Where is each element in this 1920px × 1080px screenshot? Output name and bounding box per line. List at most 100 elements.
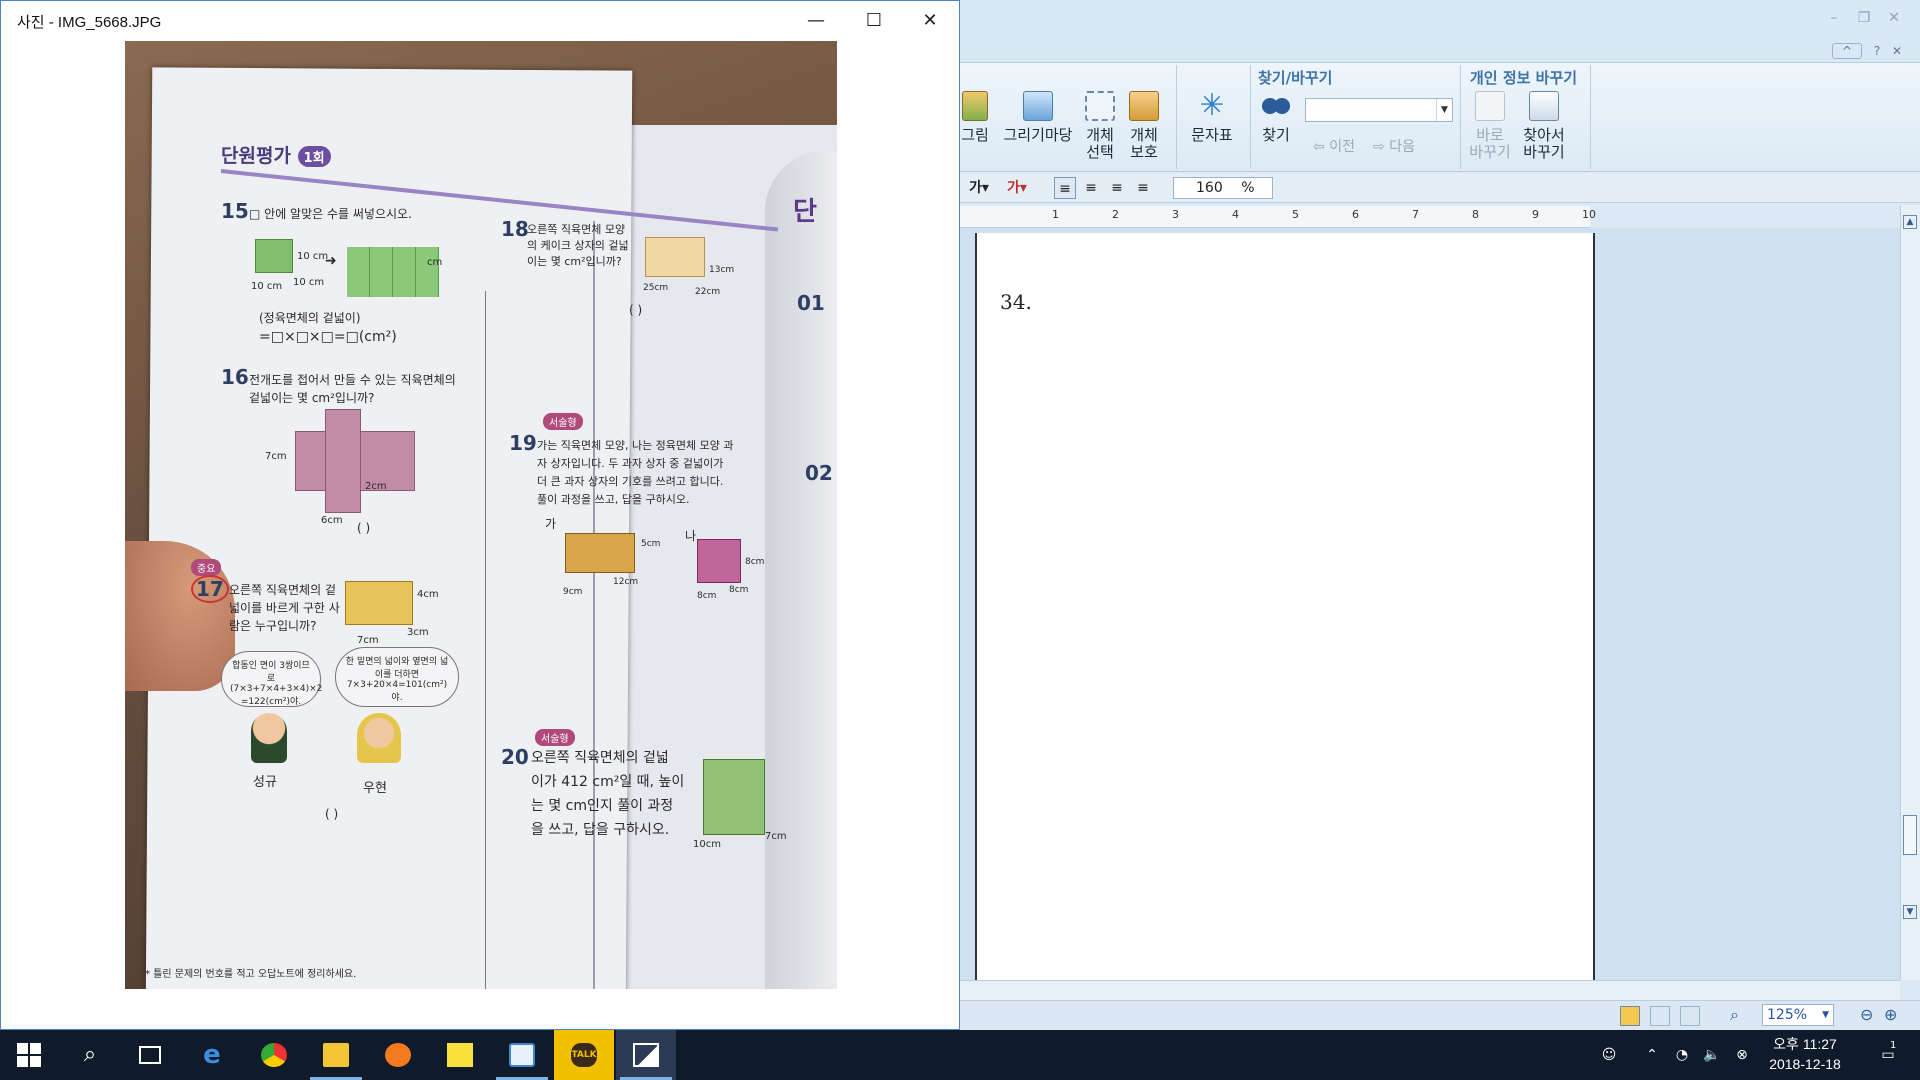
protect-object-button[interactable]: 개체 보호 bbox=[1122, 91, 1166, 161]
picture-label: 그림 bbox=[961, 126, 989, 144]
q19-text-line1: 가는 직육면체 모양, 나는 정육면체 모양 과 bbox=[537, 439, 734, 452]
scroll-up-arrow-icon[interactable]: ▲ bbox=[1903, 215, 1917, 229]
align-center-icon: ≡ bbox=[1111, 180, 1123, 196]
right-page-title: 단 bbox=[793, 197, 817, 227]
find-and-replace-label-1: 찾아서 bbox=[1523, 126, 1565, 144]
photo-image[interactable]: 단원평가 1회 15 □ 안에 알맞은 수를 써넣으시오. 10 cm 10 c… bbox=[125, 41, 837, 989]
hwp-taskbar-button[interactable] bbox=[492, 1030, 552, 1080]
zoom-magnifier-icon[interactable]: ⌕ bbox=[1730, 1005, 1739, 1025]
web-view-icon[interactable] bbox=[1650, 1006, 1670, 1026]
q17-dim-label: 3cm bbox=[407, 627, 429, 638]
ruler-number: 4 bbox=[1232, 208, 1239, 221]
font-color-button[interactable]: 가▾ bbox=[1000, 177, 1034, 199]
photos-maximize-button[interactable]: ☐ bbox=[851, 5, 897, 37]
help-button[interactable]: ? bbox=[1870, 42, 1884, 60]
photo-page-curl bbox=[765, 151, 837, 989]
page-view-icon[interactable] bbox=[1620, 1006, 1640, 1026]
kakaotalk-button[interactable]: TALK bbox=[554, 1030, 614, 1080]
scrollbar-thumb[interactable] bbox=[1903, 815, 1917, 855]
find-replace-group-label: 찾기/바꾸기 bbox=[1258, 69, 1333, 87]
replace-now-button[interactable]: 바로 바꾸기 bbox=[1468, 91, 1512, 161]
action-center-button[interactable]: ▭ 1 bbox=[1868, 1030, 1908, 1080]
find-combo-input[interactable]: ▼ bbox=[1305, 98, 1453, 122]
windows-start-icon bbox=[17, 1043, 43, 1067]
photos-icon bbox=[633, 1043, 659, 1067]
q19-dim-label: 8cm bbox=[697, 591, 717, 601]
ribbon-collapse-button[interactable]: ^ bbox=[1832, 43, 1862, 59]
people-icon[interactable]: ☺ bbox=[1594, 1030, 1624, 1080]
align-right-button[interactable]: ≡ bbox=[1132, 177, 1154, 199]
document-text[interactable]: 34. bbox=[1000, 290, 1032, 314]
q16-dim-label: 6cm bbox=[321, 515, 343, 526]
photos-titlebar: 사진 - IMG_5668.JPG — ☐ ✕ bbox=[1, 1, 959, 41]
photos-close-button[interactable]: ✕ bbox=[907, 5, 953, 37]
hwp-close-window-button[interactable]: ✕ bbox=[1882, 8, 1906, 28]
document-page[interactable] bbox=[975, 233, 1595, 981]
horizontal-scrollbar[interactable] bbox=[960, 980, 1900, 1000]
task-view-button[interactable] bbox=[120, 1030, 180, 1080]
file-explorer-button[interactable] bbox=[306, 1030, 366, 1080]
find-label: 찾기 bbox=[1262, 126, 1290, 144]
find-button[interactable]: 찾기 bbox=[1256, 91, 1296, 144]
character-map-button[interactable]: ✳ 문자표 bbox=[1184, 91, 1240, 144]
q17-dim-label: 7cm bbox=[357, 635, 379, 646]
q17-answer-box: ( ) bbox=[325, 807, 339, 821]
chevron-up-icon[interactable]: ⌃ bbox=[1640, 1030, 1664, 1080]
kakaotalk-icon: TALK bbox=[571, 1043, 597, 1067]
chrome-button[interactable] bbox=[244, 1030, 304, 1080]
photos-minimize-button[interactable]: — bbox=[793, 5, 839, 37]
picture-button[interactable]: 그림 bbox=[960, 91, 990, 144]
select-object-button[interactable]: 개체 선택 bbox=[1080, 91, 1120, 161]
q16-dim-label: 2cm bbox=[365, 481, 387, 492]
font-style-button[interactable]: 가▾ bbox=[962, 177, 996, 199]
hwp-restore-button[interactable]: ❐ bbox=[1852, 8, 1876, 28]
volume-muted-icon[interactable]: 🔈 bbox=[1700, 1030, 1724, 1080]
wifi-icon[interactable]: ◔ bbox=[1670, 1030, 1694, 1080]
status-zoom-select[interactable]: 125% ▼ bbox=[1762, 1004, 1834, 1026]
q16-answer-box: ( ) bbox=[357, 521, 371, 535]
select-object-label-2: 선택 bbox=[1086, 143, 1114, 161]
find-and-replace-button[interactable]: 찾아서 바꾸기 bbox=[1516, 91, 1572, 161]
q19-descriptive-tag: 서술형 bbox=[543, 413, 583, 430]
hwp-doc-close-button[interactable]: ✕ bbox=[1890, 42, 1904, 60]
q18-answer-box: ( ) bbox=[629, 303, 643, 317]
network-error-icon[interactable]: ⊗ bbox=[1730, 1030, 1754, 1080]
sticky-notes-button[interactable] bbox=[430, 1030, 490, 1080]
chevron-down-icon[interactable]: ▼ bbox=[1436, 99, 1452, 121]
q15-formula: =□×□×□=□(cm²) bbox=[259, 329, 397, 345]
search-button[interactable]: ⌕ bbox=[60, 1030, 120, 1080]
hwp-minimize-button[interactable]: – bbox=[1822, 8, 1846, 28]
find-next-button[interactable]: ⇨ 다음 bbox=[1366, 139, 1422, 156]
edge-button[interactable]: e bbox=[182, 1030, 242, 1080]
zoom-in-icon[interactable]: ⊕ bbox=[1884, 1005, 1897, 1024]
right-page-number-1: 01 bbox=[797, 291, 825, 315]
arrow-right-icon: ⇨ bbox=[1373, 139, 1385, 155]
select-object-icon bbox=[1085, 91, 1115, 121]
unit-round-badge: 1회 bbox=[297, 146, 331, 167]
align-justify-button[interactable]: ≡ bbox=[1054, 177, 1076, 199]
align-center-button[interactable]: ≡ bbox=[1106, 177, 1128, 199]
q18-text-line3: 이는 몇 cm²입니까? bbox=[527, 255, 622, 268]
pen-app-button[interactable] bbox=[368, 1030, 428, 1080]
ruler-number: 10 bbox=[1582, 208, 1596, 221]
q19-dim-label: 8cm bbox=[729, 585, 749, 595]
q17-name-1: 성규 bbox=[253, 775, 277, 790]
zoom-out-icon[interactable]: ⊖ bbox=[1860, 1005, 1873, 1024]
q17-text-line1: 오른쪽 직육면체의 겉 bbox=[229, 583, 336, 597]
vertical-scrollbar[interactable]: ▲ ▼ bbox=[1900, 205, 1920, 980]
find-prev-button[interactable]: ⇦ 이전 bbox=[1306, 139, 1362, 156]
drawing-gallery-button[interactable]: 그리기마당 bbox=[998, 91, 1078, 144]
taskbar-clock[interactable]: 오후 11:27 2018-12-18 bbox=[1765, 1034, 1845, 1074]
photos-taskbar-button[interactable] bbox=[616, 1030, 676, 1080]
scroll-down-arrow-icon[interactable]: ▼ bbox=[1903, 905, 1917, 919]
status-zoom-value: 125% bbox=[1767, 1007, 1808, 1023]
q16-text-line1: 전개도를 접어서 만들 수 있는 직육면체의 bbox=[249, 373, 456, 387]
outline-view-icon[interactable] bbox=[1680, 1006, 1700, 1026]
ruler-number: 7 bbox=[1412, 208, 1419, 221]
align-left-button[interactable]: ≡ bbox=[1080, 177, 1102, 199]
start-button[interactable] bbox=[0, 1030, 60, 1080]
line-spacing-field[interactable]: 160 % bbox=[1173, 177, 1273, 199]
file-explorer-icon bbox=[323, 1043, 349, 1067]
ruler[interactable]: 1 2 3 4 5 6 7 8 9 10 bbox=[960, 206, 1596, 228]
boy-avatar-2 bbox=[357, 713, 401, 763]
